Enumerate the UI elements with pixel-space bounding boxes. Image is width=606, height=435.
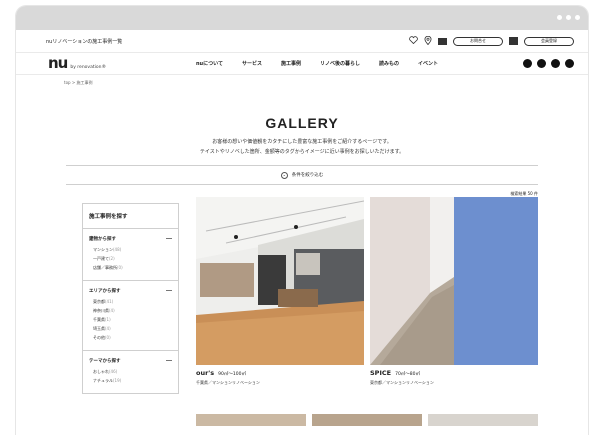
next-row-photo[interactable] xyxy=(312,414,422,426)
filter-group-title: 建物から探す xyxy=(89,237,116,242)
result-count: 検索結果 50 件 xyxy=(510,191,538,196)
gallery-card-spice[interactable]: SPICE 70㎡〜80㎡ 東京都／マンションリノベーション xyxy=(370,197,538,386)
gallery-card-ours[interactable]: our's 90㎡〜100㎡ 千葉県／マンションリノベーション xyxy=(196,197,364,386)
filter-option[interactable]: 店舗／事務所(0) xyxy=(93,265,172,271)
intro-line-1: お客様の想いや価値観をカタチにした豊富な施工事例をご紹介するページです。 xyxy=(212,139,392,145)
breadcrumb[interactable]: top > 施工事例 xyxy=(16,75,588,86)
filter-option[interactable]: 千葉県(1) xyxy=(93,317,172,323)
search-sidebar: 施工事例を探す 建物から探す マンション(48) 一戸建て(2) 店舗／事務所(… xyxy=(82,203,179,394)
facebook-icon[interactable] xyxy=(523,59,532,68)
mail-icon[interactable] xyxy=(438,37,447,45)
map-pin-icon[interactable] xyxy=(424,35,432,47)
global-nav: nu by renovation® nuについて サービス 施工事例 リノベ後の… xyxy=(16,52,588,75)
filter-option[interactable]: 一戸建て(2) xyxy=(93,256,172,262)
register-icon[interactable] xyxy=(509,37,518,45)
card-subtitle: 千葉県／マンションリノベーション xyxy=(196,380,260,385)
card-title: our's 90㎡〜100㎡ xyxy=(196,369,246,377)
card-title: SPICE 70㎡〜80㎡ xyxy=(370,369,421,377)
register-button[interactable]: 会員登録 xyxy=(524,36,574,46)
filter-option[interactable]: マンション(48) xyxy=(93,247,172,253)
favorite-heart-icon[interactable] xyxy=(409,36,418,46)
instagram-icon[interactable] xyxy=(565,59,574,68)
filter-group-title: テーマから探す xyxy=(89,359,121,364)
pinterest-icon[interactable] xyxy=(551,59,560,68)
social-links xyxy=(523,59,574,68)
window-menu-dots[interactable] xyxy=(557,15,580,20)
filter-group-theme: テーマから探す おしゃれ(46) ナチュラル(19) xyxy=(83,351,178,393)
filter-group-area: エリアから探す 東京都(41) 神奈川県(4) 千葉県(1) 埼玉県(4) その… xyxy=(83,281,178,351)
page-title: GALLERY xyxy=(265,115,339,131)
chevron-down-icon: ⌄ xyxy=(280,171,288,179)
next-row-photo[interactable] xyxy=(428,414,538,426)
collapse-icon[interactable] xyxy=(166,290,172,291)
filter-option[interactable]: 埼玉県(4) xyxy=(93,326,172,332)
nav-item-articles[interactable]: 読みもの xyxy=(379,60,399,67)
nav-item-gallery[interactable]: 施工事例 xyxy=(281,60,301,67)
nav-item-event[interactable]: イベント xyxy=(418,60,438,67)
collapse-icon[interactable] xyxy=(166,238,172,239)
logo-subtitle: by renovation® xyxy=(70,65,106,70)
card-subtitle: 東京都／マンションリノベーション xyxy=(370,380,434,385)
gallery-content: 施工事例を探す 建物から探す マンション(48) 一戸建て(2) 店舗／事務所(… xyxy=(16,197,588,427)
site-title: nuリノベーションの施工事例一覧 xyxy=(46,38,123,45)
filter-option[interactable]: 東京都(41) xyxy=(93,299,172,305)
next-row-photo[interactable] xyxy=(196,414,306,426)
nav-menu: nuについて サービス 施工事例 リノベ後の暮らし 読みもの イベント xyxy=(196,60,523,67)
filter-toggle[interactable]: ⌄ 条件を絞り込む xyxy=(16,166,588,184)
filter-option[interactable]: 神奈川県(4) xyxy=(93,308,172,314)
site-logo[interactable]: nu by renovation® xyxy=(48,56,196,71)
filter-group-title: エリアから探す xyxy=(89,289,121,294)
utility-bar: nuリノベーションの施工事例一覧 お問合せ 会員登録 xyxy=(16,30,588,52)
filter-group-building: 建物から探す マンション(48) 一戸建て(2) 店舗／事務所(0) xyxy=(83,229,178,281)
sidebar-heading: 施工事例を探す xyxy=(83,204,178,229)
nav-item-service[interactable]: サービス xyxy=(242,60,262,67)
nav-item-life[interactable]: リノベ後の暮らし xyxy=(320,60,360,67)
twitter-icon[interactable] xyxy=(537,59,546,68)
interior-photo xyxy=(196,197,364,365)
intro-line-2: テイストやリノベした箇所、金額等のタグからイメージに近い事例をお探しいただけます… xyxy=(199,149,405,155)
logo-mark: nu xyxy=(48,54,68,72)
contact-button[interactable]: お問合せ xyxy=(453,36,503,46)
page-intro: お客様の想いや価値観をカタチにした豊富な施工事例をご紹介するページです。 テイス… xyxy=(16,137,588,157)
filter-option[interactable]: ナチュラル(19) xyxy=(93,378,172,384)
interior-photo xyxy=(370,197,538,365)
collapse-icon[interactable] xyxy=(166,360,172,361)
filter-option[interactable]: その他(0) xyxy=(93,335,172,341)
filter-label: 条件を絞り込む xyxy=(291,173,324,178)
filter-option[interactable]: おしゃれ(46) xyxy=(93,369,172,375)
nav-item-about[interactable]: nuについて xyxy=(196,60,223,67)
browser-window: nuリノベーションの施工事例一覧 お問合せ 会員登録 nu by renovat… xyxy=(16,6,588,435)
window-chrome xyxy=(16,6,588,30)
